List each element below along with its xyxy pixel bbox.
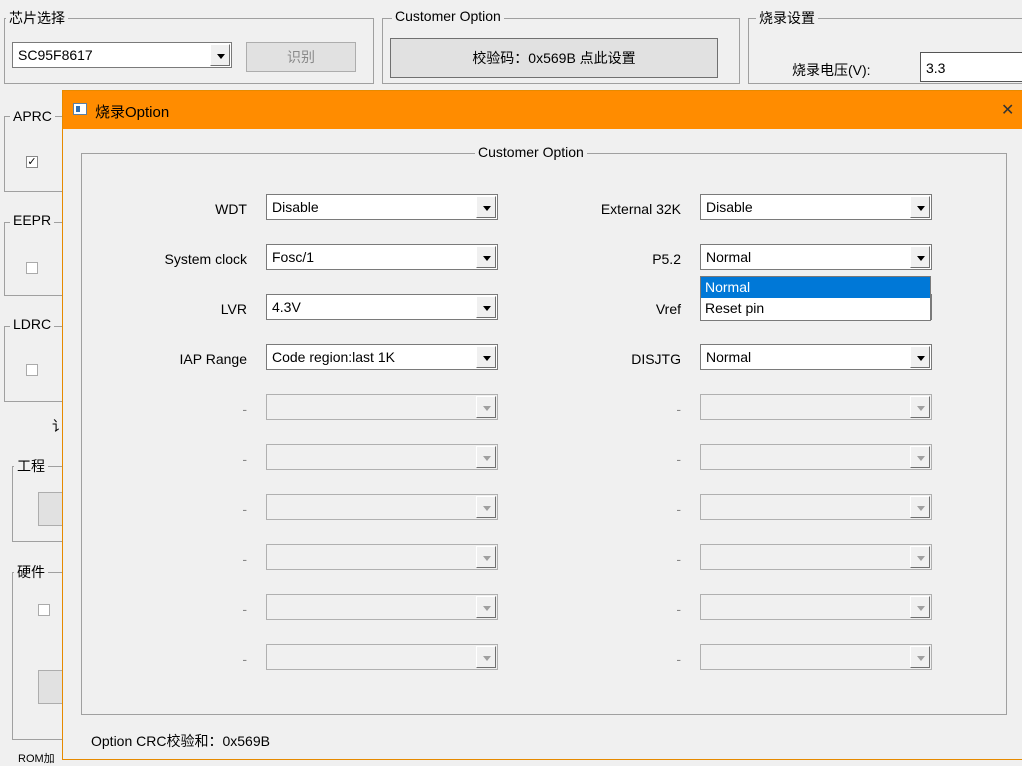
empty-select[interactable] xyxy=(700,544,932,570)
chevron-down-icon xyxy=(910,646,930,668)
chevron-down-icon[interactable] xyxy=(476,196,496,218)
chevron-down-icon[interactable] xyxy=(476,246,496,268)
dropdown-option-reset-pin[interactable]: Reset pin xyxy=(701,298,930,319)
chevron-down-icon xyxy=(476,496,496,518)
option-label-disjtg: DISJTG xyxy=(631,351,681,367)
option-crc-checksum: Option CRC校验和：0x569B xyxy=(91,733,270,749)
chevron-down-icon[interactable] xyxy=(210,44,230,66)
ldrom-checkbox[interactable] xyxy=(26,364,38,376)
lvr-select[interactable]: 4.3V xyxy=(266,294,498,320)
chevron-down-icon xyxy=(476,546,496,568)
empty-select[interactable] xyxy=(266,544,498,570)
chip-select-value: SC95F8617 xyxy=(18,47,93,63)
window-app-icon xyxy=(73,103,87,115)
chevron-down-icon xyxy=(910,596,930,618)
option-label-empty: - xyxy=(676,651,681,667)
option-label-external-32k: External 32K xyxy=(600,201,681,217)
chevron-down-icon[interactable] xyxy=(910,346,930,368)
option-label-empty: - xyxy=(676,551,681,567)
option-label-empty: - xyxy=(676,501,681,517)
option-label-empty: - xyxy=(676,451,681,467)
external-32k-value: Disable xyxy=(706,199,753,215)
empty-select[interactable] xyxy=(700,494,932,520)
customer-option-groupbox-label: Customer Option xyxy=(475,144,587,160)
empty-select[interactable] xyxy=(266,594,498,620)
chevron-down-icon xyxy=(910,446,930,468)
chevron-down-icon[interactable] xyxy=(476,296,496,318)
chevron-down-icon xyxy=(910,546,930,568)
disjtg-select[interactable]: Normal xyxy=(700,344,932,370)
dropdown-option-normal[interactable]: Normal xyxy=(701,277,930,298)
system-clock-value: Fosc/1 xyxy=(272,249,315,265)
eeprom-group-label: EEPR xyxy=(10,212,55,228)
bottom-label-fragment: ROM加 xyxy=(18,753,55,765)
chevron-down-icon[interactable] xyxy=(910,196,930,218)
option-label-empty: - xyxy=(242,451,247,467)
dialog-title: 烧录Option xyxy=(95,104,170,121)
dialog-title-bar[interactable]: 烧录Option ✕ xyxy=(63,91,1022,129)
option-label-empty: - xyxy=(242,551,247,567)
chevron-down-icon xyxy=(910,496,930,518)
option-label-p52: P5.2 xyxy=(652,251,681,267)
burn-voltage-value: 3.3 xyxy=(926,60,946,76)
burn-option-dialog: 烧录Option ✕ Customer Option WDT Disable S… xyxy=(62,90,1022,760)
option-label-lvr: LVR xyxy=(220,301,247,317)
p52-select[interactable]: Normal xyxy=(700,244,932,270)
chevron-down-icon xyxy=(476,446,496,468)
option-label-empty: - xyxy=(242,651,247,667)
identify-button[interactable]: 识别 xyxy=(246,42,356,72)
p52-value: Normal xyxy=(706,249,752,265)
aprom-group-label: APRC xyxy=(10,108,55,124)
project-group-label: 工程 xyxy=(14,456,48,476)
wdt-select[interactable]: Disable xyxy=(266,194,498,220)
customer-option-groupbox xyxy=(81,153,1007,715)
wdt-value: Disable xyxy=(272,199,319,215)
option-label-empty: - xyxy=(676,401,681,417)
option-label-system-clock: System clock xyxy=(164,251,247,267)
empty-select[interactable] xyxy=(266,444,498,470)
empty-select[interactable] xyxy=(700,394,932,420)
iap-range-select[interactable]: Code region:last 1K xyxy=(266,344,498,370)
option-label-empty: - xyxy=(242,601,247,617)
burn-voltage-label: 烧录电压(V): xyxy=(792,62,871,78)
aprom-checkbox[interactable]: ✓ xyxy=(26,156,38,168)
empty-select[interactable] xyxy=(700,594,932,620)
hardware-checkbox[interactable] xyxy=(38,604,50,616)
empty-select[interactable] xyxy=(266,494,498,520)
option-label-wdt: WDT xyxy=(215,201,247,217)
burn-voltage-input[interactable]: 3.3 xyxy=(920,52,1022,82)
lvr-value: 4.3V xyxy=(272,299,301,315)
iap-range-value: Code region:last 1K xyxy=(272,349,395,365)
burn-settings-group-label: 烧录设置 xyxy=(756,8,818,28)
chevron-down-icon xyxy=(476,646,496,668)
checksum-setting-button[interactable]: 校验码：0x569B 点此设置 xyxy=(390,38,718,78)
disjtg-value: Normal xyxy=(706,349,752,365)
chevron-down-icon xyxy=(476,396,496,418)
chevron-down-icon xyxy=(910,396,930,418)
customer-option-group-label: Customer Option xyxy=(392,8,504,24)
empty-select[interactable] xyxy=(266,644,498,670)
system-clock-select[interactable]: Fosc/1 xyxy=(266,244,498,270)
identify-button-label: 识别 xyxy=(287,49,315,65)
option-label-iap-range: IAP Range xyxy=(179,351,247,367)
ldrom-group-label: LDRC xyxy=(10,316,55,332)
close-icon[interactable]: ✕ xyxy=(1001,100,1014,120)
empty-select[interactable] xyxy=(700,444,932,470)
chevron-down-icon xyxy=(476,596,496,618)
chip-select-combo[interactable]: SC95F8617 xyxy=(12,42,232,68)
chevron-down-icon[interactable] xyxy=(910,246,930,268)
eeprom-checkbox[interactable] xyxy=(26,262,38,274)
external-32k-select[interactable]: Disable xyxy=(700,194,932,220)
empty-select[interactable] xyxy=(266,394,498,420)
option-label-empty: - xyxy=(242,401,247,417)
option-label-empty: - xyxy=(242,501,247,517)
p52-dropdown-list: Normal Reset pin xyxy=(700,276,931,321)
hardware-group-label: 硬件 xyxy=(14,562,48,582)
checksum-setting-label: 校验码：0x569B 点此设置 xyxy=(472,50,636,66)
option-label-vref: Vref xyxy=(655,301,681,317)
empty-select[interactable] xyxy=(700,644,932,670)
chip-select-group-label: 芯片选择 xyxy=(6,8,68,28)
chevron-down-icon[interactable] xyxy=(476,346,496,368)
option-label-empty: - xyxy=(676,601,681,617)
